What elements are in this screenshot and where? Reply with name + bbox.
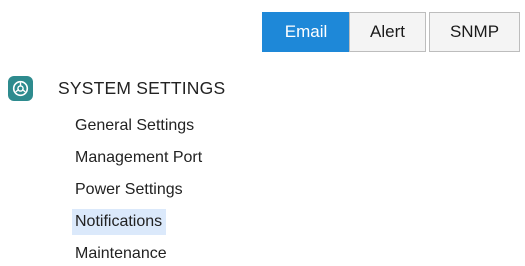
tab-email[interactable]: Email bbox=[262, 12, 350, 52]
tab-snmp[interactable]: SNMP bbox=[429, 12, 520, 52]
menu-item-general-settings[interactable]: General Settings bbox=[72, 110, 292, 142]
settings-gauge-icon bbox=[8, 75, 33, 101]
settings-menu: General Settings Management Port Power S… bbox=[72, 110, 292, 266]
settings-page: Email Alert SNMP SYSTEM SETTINGS General… bbox=[0, 0, 525, 266]
menu-item-label: Maintenance bbox=[75, 245, 167, 262]
menu-item-label: Notifications bbox=[72, 209, 167, 235]
menu-item-label: Power Settings bbox=[75, 181, 183, 198]
menu-item-management-port[interactable]: Management Port bbox=[72, 142, 292, 174]
tab-alert[interactable]: Alert bbox=[349, 12, 426, 52]
menu-item-notifications[interactable]: Notifications bbox=[72, 206, 292, 238]
menu-item-label: Management Port bbox=[75, 149, 203, 166]
notification-tabs: Email Alert SNMP bbox=[262, 12, 520, 52]
menu-item-maintenance[interactable]: Maintenance bbox=[72, 238, 292, 266]
menu-item-label: General Settings bbox=[75, 117, 195, 134]
section-title: SYSTEM SETTINGS bbox=[58, 77, 226, 98]
system-settings-header[interactable]: SYSTEM SETTINGS bbox=[8, 74, 225, 102]
menu-item-power-settings[interactable]: Power Settings bbox=[72, 174, 292, 206]
